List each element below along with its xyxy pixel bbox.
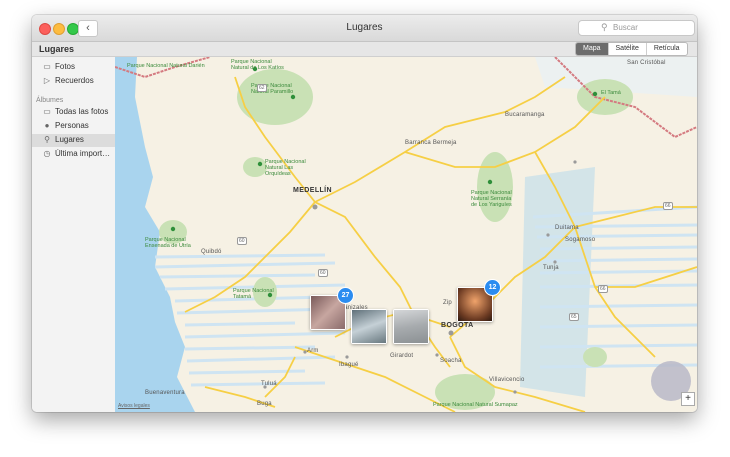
park-area bbox=[237, 69, 313, 125]
place-label: Barranca Bermeja bbox=[405, 140, 457, 146]
toolbar: Lugares Mapa Satélite Retícula bbox=[32, 42, 697, 57]
photo-count-badge: 12 bbox=[484, 279, 501, 296]
sidebar-item-label: Fotos bbox=[55, 62, 76, 71]
route-shield: 60 bbox=[237, 237, 247, 245]
person-icon: ● bbox=[44, 121, 50, 130]
park-label-orquideas: Parque Nacional Natural Las Orquídeas bbox=[265, 159, 306, 177]
park-label-darien: Parque Nacional Natural Darién bbox=[127, 63, 205, 69]
photo-count-badge: 27 bbox=[337, 287, 354, 304]
sidebar-item-label: Todas las fotos bbox=[55, 107, 109, 116]
place-label: Bucaramanga bbox=[505, 112, 545, 118]
toolbar-title: Lugares bbox=[39, 44, 75, 54]
photo-thumbnail-stack[interactable] bbox=[393, 309, 429, 344]
map-tile-artifact-3 bbox=[520, 167, 595, 397]
title-bar: ‹ Lugares ⚲ bbox=[32, 15, 697, 42]
place-label: Arm bbox=[307, 348, 319, 354]
clock-icon: ◷ bbox=[43, 149, 51, 158]
zoom-in-button[interactable]: + bbox=[681, 392, 695, 406]
sidebar-item-memories[interactable]: ▷ Recuerdos bbox=[32, 75, 115, 88]
search-input[interactable] bbox=[613, 21, 688, 34]
route-shield: 60 bbox=[318, 269, 328, 277]
park-label-katios: Parque Nacional Natural de Los Katíos bbox=[231, 59, 284, 71]
place-label: Soacha bbox=[440, 358, 462, 364]
legal-link[interactable]: Avisos legales bbox=[118, 403, 150, 409]
route-shield: 62 bbox=[257, 84, 267, 92]
place-label: Tunja bbox=[543, 265, 559, 271]
segment-satellite[interactable]: Satélite bbox=[607, 43, 646, 55]
park-label-utria: Parque Nacional Ensenada de Utría bbox=[145, 237, 191, 249]
pin-icon: ⚲ bbox=[44, 135, 50, 144]
place-label: San Cristóbal bbox=[627, 60, 666, 66]
sidebar: ▭ Fotos ▷ Recuerdos Álbumes ▭ Todas las … bbox=[32, 57, 116, 412]
photos-icon: ▭ bbox=[43, 62, 51, 71]
map-view-segmented-control: Mapa Satélite Retícula bbox=[575, 42, 688, 56]
place-label: Villavicencio bbox=[489, 377, 525, 383]
photos-window: ‹ Lugares ⚲ Lugares Mapa Satélite Retícu… bbox=[32, 15, 697, 412]
place-label: Buenaventura bbox=[145, 390, 185, 396]
segment-map[interactable]: Mapa bbox=[576, 43, 608, 55]
place-label: Buga bbox=[257, 401, 272, 407]
park-label-sumapaz: Parque Nacional Natural Sumapaz bbox=[433, 402, 518, 408]
place-label: Quibdó bbox=[201, 249, 222, 255]
search-box[interactable]: ⚲ bbox=[578, 20, 695, 36]
sidebar-item-people[interactable]: ● Personas bbox=[32, 120, 115, 133]
sidebar-item-last-import[interactable]: ◷ Última import… bbox=[32, 148, 115, 161]
photo-thumbnail bbox=[394, 310, 428, 343]
place-label: Ibagué bbox=[339, 362, 359, 368]
sidebar-item-label: Última import… bbox=[55, 149, 111, 158]
route-shield: 65 bbox=[569, 313, 579, 321]
photo-cluster-bogota[interactable]: 12 bbox=[457, 279, 501, 322]
place-label: Duitama bbox=[555, 225, 579, 231]
map-view[interactable]: Parque Nacional Natural Darién Parque Na… bbox=[115, 57, 697, 412]
city-label-bogota: BOGOTA bbox=[441, 322, 474, 329]
memories-icon: ▷ bbox=[43, 76, 51, 85]
city-label-medellin: MEDELLÍN bbox=[293, 187, 332, 194]
park-area bbox=[243, 157, 267, 177]
sidebar-item-label: Personas bbox=[55, 121, 89, 130]
photo-cluster-armenia[interactable]: 27 bbox=[310, 287, 354, 330]
segment-grid[interactable]: Retícula bbox=[645, 43, 687, 55]
sidebar-item-photos[interactable]: ▭ Fotos bbox=[32, 61, 115, 74]
photo-thumbnail bbox=[352, 310, 386, 343]
sidebar-item-all-photos[interactable]: ▭ Todas las fotos bbox=[32, 106, 115, 119]
albums-section-header: Álbumes bbox=[36, 97, 64, 104]
park-label-tatama: Parque Nacional Tatamá bbox=[233, 288, 274, 300]
park-label-tama: El Tamá bbox=[601, 90, 621, 96]
route-shield: 66 bbox=[663, 202, 673, 210]
search-icon: ⚲ bbox=[601, 22, 608, 32]
place-label: Girardot bbox=[390, 353, 414, 359]
place-label: Sogamoso bbox=[565, 237, 596, 243]
sidebar-item-label: Recuerdos bbox=[55, 76, 94, 85]
park-label-yariguies: Parque Nacional Natural Serranía de Los … bbox=[471, 190, 512, 208]
all-photos-icon: ▭ bbox=[43, 107, 51, 116]
park-area bbox=[583, 347, 607, 367]
photo-thumbnail-stack[interactable] bbox=[351, 309, 387, 344]
sidebar-item-places[interactable]: ⚲ Lugares bbox=[32, 134, 115, 147]
sidebar-item-label: Lugares bbox=[55, 135, 84, 144]
place-label: Zip bbox=[443, 300, 452, 306]
place-label: Tuluá bbox=[261, 381, 277, 387]
route-shield: 66 bbox=[598, 285, 608, 293]
